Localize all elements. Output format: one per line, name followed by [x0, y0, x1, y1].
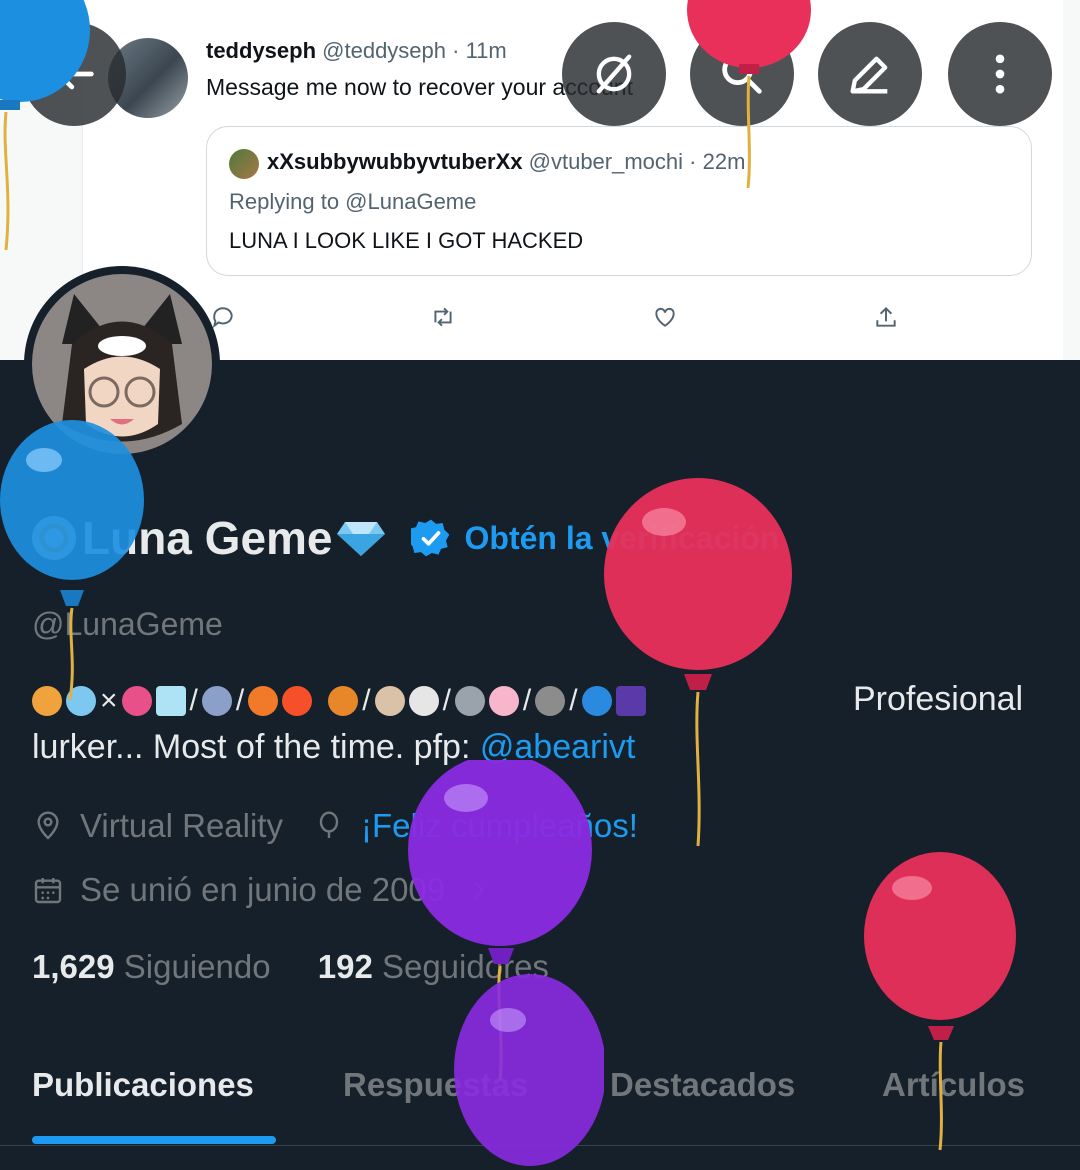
quoted-tweet-avatar [229, 149, 259, 179]
rabbit-emoji-icon [408, 686, 439, 716]
bio-slash: / [189, 684, 198, 717]
followers-count: 192 [317, 948, 373, 985]
bio-text-line1: Profesional [853, 680, 1024, 718]
wolf-emoji-icon [454, 686, 485, 716]
location-pin-icon [37, 811, 59, 840]
tab-publicaciones[interactable]: Publicaciones [32, 1066, 254, 1104]
gem-emoji-icon [336, 522, 385, 556]
blue-balloon-left [0, 420, 144, 700]
red-balloon-top [687, 0, 811, 189]
quoted-tweet-replying-to: Replying to @LunaGeme [229, 189, 477, 214]
quoted-tweet-author-name: xXsubbywubbyvtuberXx [267, 149, 523, 174]
coffee-emoji-icon [374, 686, 405, 716]
tab-destacados[interactable]: Destacados [610, 1066, 795, 1104]
profile-location: Virtual Reality [80, 807, 283, 844]
profile-joined-date: Se unió en junio de 2009 [80, 871, 446, 908]
quoted-tweet-header: xXsubbywubbyvtuberXx @vtuber_mochi · 22m [267, 149, 745, 175]
red-balloon-center [604, 478, 792, 847]
banner-tweet-header: teddyseph @teddyseph · 11m [206, 38, 507, 64]
retweet-icon [434, 307, 452, 327]
bio-slash: / [442, 684, 451, 717]
calendar-icon [34, 878, 62, 904]
blue-balloon-top-left [0, 0, 90, 250]
bio-slash: / [522, 684, 532, 717]
banner-tweet-author-handle: @teddyseph [322, 38, 447, 63]
cherry-blossom-emoji-icon [488, 686, 519, 716]
comet-emoji-icon [201, 686, 232, 716]
red-balloon-right [864, 852, 1016, 1151]
ice-emoji-icon [155, 686, 186, 716]
rock-emoji-icon [535, 686, 566, 716]
banner-tweet-time: · 11m [452, 38, 507, 63]
following-label: Siguiendo [123, 948, 271, 985]
quoted-tweet-text: LUNA I LOOK LIKE I GOT HACKED [229, 228, 584, 253]
edit-pencil-icon [850, 56, 888, 94]
active-tab-indicator [32, 1136, 276, 1144]
edit-button[interactable] [818, 22, 922, 126]
hide-eye-slash-icon [596, 54, 632, 94]
like-icon [655, 307, 675, 327]
following-link[interactable]: 1,629 Siguiendo [32, 948, 280, 985]
butterfly-emoji-icon [328, 686, 359, 716]
bio-slash: / [235, 684, 245, 717]
fire-emoji-icon [282, 686, 313, 716]
bio-slash: / [362, 684, 371, 717]
bio-slash: / [569, 684, 578, 717]
more-vertical-icon [995, 54, 1005, 94]
balloon-icon [319, 811, 339, 838]
share-icon [876, 306, 896, 327]
more-button[interactable] [948, 22, 1052, 126]
banner-quoted-tweet: xXsubbywubbyvtuberXx @vtuber_mochi · 22m… [206, 126, 1032, 276]
hide-button[interactable] [562, 22, 666, 126]
fox-emoji-icon [248, 686, 279, 716]
banner-tweet-author-name: teddyseph [206, 38, 317, 63]
verified-badge-icon [410, 519, 449, 557]
purple-balloon-center [408, 760, 604, 1166]
following-count: 1,629 [32, 948, 115, 985]
quoted-tweet-author-handle: @vtuber_mochi [528, 149, 684, 174]
reply-icon [212, 307, 233, 329]
